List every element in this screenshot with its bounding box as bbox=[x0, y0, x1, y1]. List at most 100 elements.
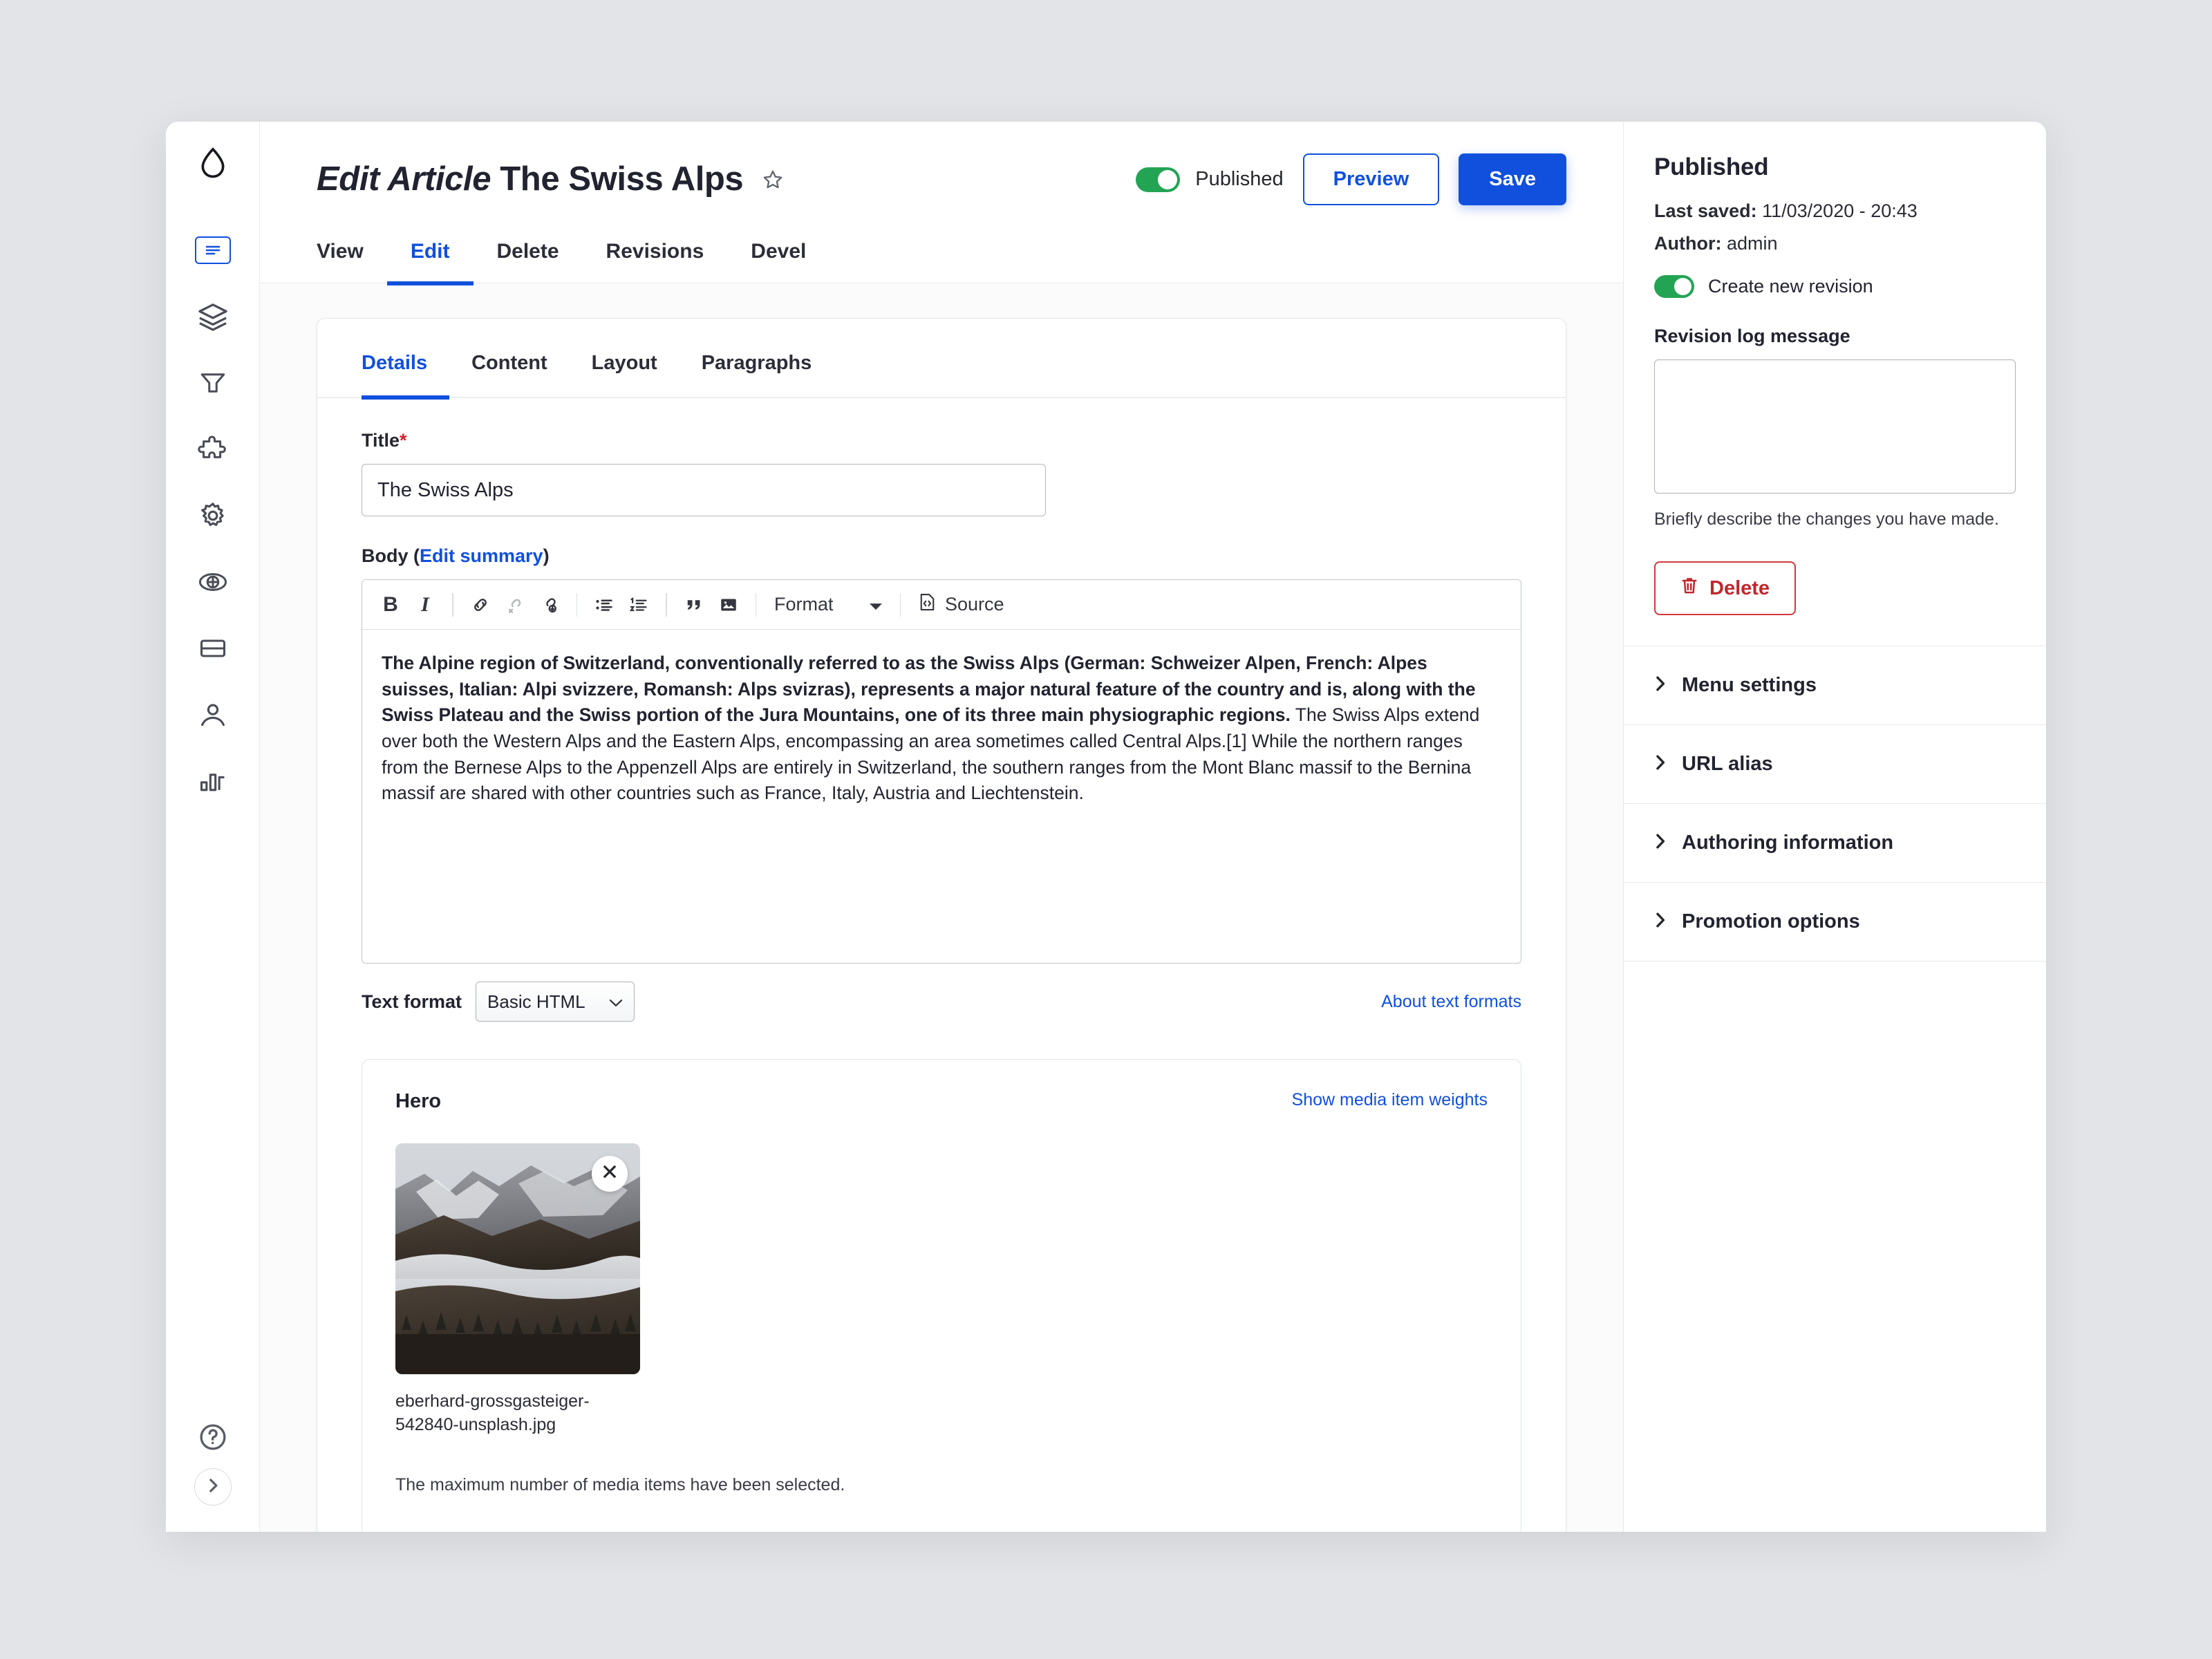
header-actions: Published Preview Save bbox=[1136, 153, 1566, 205]
revision-log-help: Briefly describe the changes you have ma… bbox=[1654, 509, 1999, 529]
blockquote-icon[interactable] bbox=[678, 589, 710, 621]
published-toggle[interactable] bbox=[1136, 167, 1181, 192]
chevron-down-icon bbox=[609, 991, 623, 1013]
layers-structure-icon bbox=[197, 302, 229, 331]
accordion-promotion-options[interactable]: Promotion options bbox=[1624, 883, 2046, 962]
source-button[interactable]: Source bbox=[912, 592, 1010, 617]
accordion-label: Promotion options bbox=[1682, 910, 1860, 932]
sidebar-item-statistics[interactable] bbox=[166, 748, 259, 814]
source-code-icon bbox=[917, 592, 937, 617]
chevron-right-icon bbox=[1654, 832, 1667, 854]
body-rich-text-editor: B I Format Source The Alpine region of S… bbox=[362, 579, 1521, 964]
tab-devel[interactable]: Devel bbox=[727, 229, 830, 285]
sidebar-item-configuration[interactable] bbox=[166, 482, 259, 549]
link-anchor-icon[interactable] bbox=[534, 589, 565, 621]
toolbar-separator bbox=[899, 592, 901, 617]
media-thumbnail[interactable] bbox=[395, 1143, 640, 1374]
hero-section-title: Hero bbox=[395, 1090, 442, 1112]
about-text-formats-link[interactable]: About text formats bbox=[1381, 992, 1521, 1012]
node-form-card: Details Content Layout Paragraphs Title*… bbox=[317, 318, 1566, 1532]
page-header: Edit Article The Swiss Alps Published Pr… bbox=[260, 122, 1623, 285]
published-toggle-group: Published bbox=[1136, 167, 1284, 192]
accordion-menu-settings[interactable]: Menu settings bbox=[1624, 646, 2046, 725]
rail-item-list bbox=[166, 205, 259, 814]
link-icon[interactable] bbox=[465, 589, 496, 621]
accordion-authoring-information[interactable]: Authoring information bbox=[1624, 804, 2046, 883]
toolbar-separator bbox=[576, 592, 577, 617]
edit-summary-link[interactable]: Edit summary bbox=[420, 545, 543, 566]
tab-edit[interactable]: Edit bbox=[386, 229, 474, 285]
last-saved-row: Last saved: 11/03/2020 - 20:43 bbox=[1654, 200, 2016, 222]
node-meta-sidebar: Published Last saved: 11/03/2020 - 20:43… bbox=[1623, 122, 2046, 1532]
body-paren-close: ) bbox=[543, 545, 550, 566]
image-icon[interactable] bbox=[713, 589, 744, 621]
delete-button[interactable]: Delete bbox=[1654, 561, 1797, 615]
create-revision-label: Create new revision bbox=[1708, 276, 1873, 297]
save-button[interactable]: Save bbox=[1459, 153, 1566, 205]
tab-layout[interactable]: Layout bbox=[570, 319, 679, 400]
chevron-right-icon bbox=[1654, 675, 1667, 696]
bold-button[interactable]: B bbox=[375, 589, 406, 621]
format-dropdown-label: Format bbox=[774, 594, 834, 615]
sidebar-accordion: Menu settings URL alias Authoring inform… bbox=[1624, 646, 2046, 962]
sidebar-item-appearance[interactable] bbox=[166, 350, 259, 416]
gear-configuration-icon bbox=[198, 500, 228, 531]
text-format-value: Basic HTML bbox=[487, 991, 585, 1012]
create-revision-toggle[interactable] bbox=[1654, 275, 1694, 298]
format-dropdown[interactable]: Format bbox=[767, 594, 889, 615]
form-sub-tabs: Details Content Layout Paragraphs bbox=[317, 319, 1566, 400]
tab-paragraphs[interactable]: Paragraphs bbox=[679, 319, 834, 400]
tab-content[interactable]: Content bbox=[449, 319, 570, 400]
body-editor-content[interactable]: The Alpine region of Switzerland, conven… bbox=[362, 630, 1521, 963]
drupal-drop-icon[interactable] bbox=[166, 122, 259, 205]
sidebar-item-extend[interactable] bbox=[166, 416, 259, 482]
help-button[interactable] bbox=[166, 1406, 259, 1468]
tab-details[interactable]: Details bbox=[362, 319, 450, 400]
person-people-icon bbox=[198, 700, 228, 729]
tab-delete[interactable]: Delete bbox=[474, 229, 583, 285]
sidebar-item-content[interactable] bbox=[166, 217, 259, 283]
page-title: Edit Article The Swiss Alps bbox=[317, 160, 744, 198]
show-media-item-weights-link[interactable]: Show media item weights bbox=[1292, 1090, 1488, 1110]
author-value: admin bbox=[1726, 233, 1778, 254]
form-scroll-area: Details Content Layout Paragraphs Title*… bbox=[260, 283, 1623, 1532]
title-label-text: Title bbox=[362, 430, 400, 451]
rail-bottom-group bbox=[166, 1406, 259, 1532]
page-title-group: Edit Article The Swiss Alps bbox=[317, 161, 787, 198]
tab-view[interactable]: View bbox=[317, 229, 387, 285]
tab-revisions[interactable]: Revisions bbox=[583, 229, 728, 285]
star-outline-icon[interactable] bbox=[758, 165, 787, 194]
media-max-note: The maximum number of media items have b… bbox=[395, 1475, 845, 1494]
question-circle-icon bbox=[198, 1422, 228, 1452]
sidebar-item-people[interactable] bbox=[166, 682, 259, 748]
accordion-label: Menu settings bbox=[1682, 674, 1817, 696]
editor-toolbar: B I Format Source bbox=[362, 580, 1521, 630]
bulleted-list-icon[interactable] bbox=[588, 589, 620, 621]
preview-button[interactable]: Preview bbox=[1302, 153, 1440, 205]
content-document-icon bbox=[194, 236, 231, 264]
toolbar-separator bbox=[666, 592, 667, 617]
revision-log-textarea[interactable] bbox=[1654, 359, 2016, 494]
page-title-prefix: Edit Article bbox=[317, 160, 491, 198]
database-reports-icon bbox=[198, 635, 228, 662]
sidebar-item-reports[interactable] bbox=[166, 615, 259, 682]
required-marker: * bbox=[400, 430, 407, 451]
main-content-column: Edit Article The Swiss Alps Published Pr… bbox=[260, 122, 1623, 1532]
remove-media-button[interactable] bbox=[592, 1156, 628, 1192]
sidebar-top-section: Published Last saved: 11/03/2020 - 20:43… bbox=[1624, 122, 2046, 646]
italic-button[interactable]: I bbox=[409, 589, 441, 621]
media-filename: eberhard-grossgasteiger-542840-unsplash.… bbox=[395, 1391, 590, 1434]
sidebar-item-language[interactable] bbox=[166, 549, 259, 615]
caret-down-icon bbox=[869, 594, 882, 615]
accordion-url-alias[interactable]: URL alias bbox=[1624, 725, 2046, 804]
accordion-label: URL alias bbox=[1682, 753, 1773, 775]
body-label-text: Body bbox=[362, 545, 409, 566]
app-window: Edit Article The Swiss Alps Published Pr… bbox=[166, 122, 2046, 1532]
sidebar-item-structure[interactable] bbox=[166, 283, 259, 350]
numbered-list-icon[interactable] bbox=[623, 589, 655, 621]
delete-button-label: Delete bbox=[1709, 577, 1770, 599]
expand-sidebar-button[interactable] bbox=[194, 1468, 232, 1506]
title-input[interactable] bbox=[362, 464, 1046, 516]
text-format-select[interactable]: Basic HTML bbox=[476, 982, 635, 1022]
last-saved-label: Last saved: bbox=[1654, 200, 1757, 221]
